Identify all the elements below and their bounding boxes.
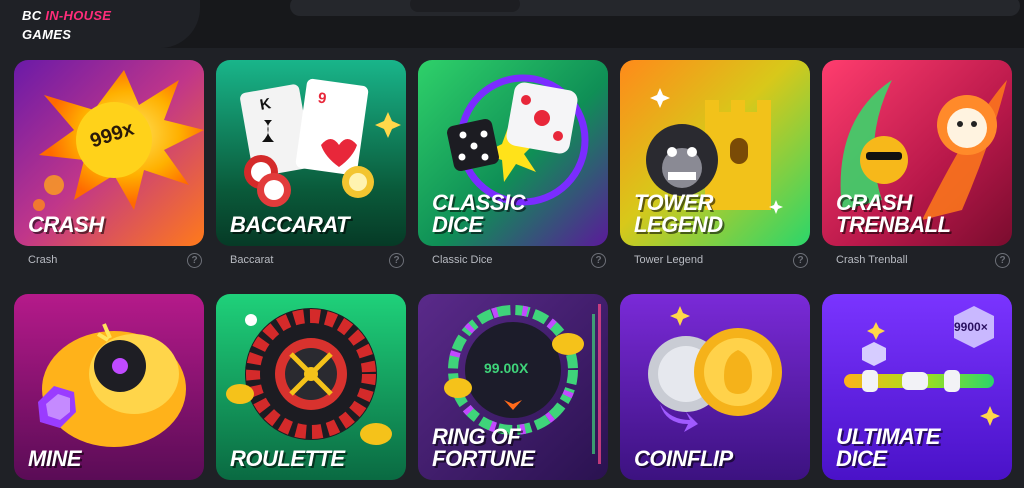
game-card-roulette[interactable]: ROULETTE [216, 294, 406, 480]
section-title-line2: GAMES [22, 27, 72, 42]
tile-title-baccarat: BACCARAT [230, 212, 350, 237]
top-pill-segment[interactable] [410, 0, 520, 12]
game-card-tower-legend[interactable]: TOWER LEGEND Tower Legend ? [620, 60, 810, 274]
game-card-ring-of-fortune[interactable]: 99.00X RING OF FORTUNE [418, 294, 608, 480]
caption-crash: Crash [28, 254, 58, 266]
section-title-accent: IN-HOUSE [45, 8, 112, 23]
caption-classic-dice: Classic Dice [432, 254, 493, 266]
game-tile-crash[interactable]: 999x CRASH [14, 60, 204, 246]
tile-title-ultimate-dice: ULTIMATE DICE [836, 424, 940, 471]
game-tile-coinflip[interactable]: COINFLIP [620, 294, 810, 480]
tile-title-tower-legend: TOWER LEGEND [634, 190, 723, 237]
caption-baccarat: Baccarat [230, 254, 274, 266]
tile-title-roulette: ROULETTE [230, 446, 345, 471]
game-tile-tower-legend[interactable]: TOWER LEGEND [620, 60, 810, 246]
game-card-crash-trenball[interactable]: CRASH TRENBALL Crash Trenball ? [822, 60, 1012, 274]
section-title: BC IN-HOUSE GAMES [22, 6, 111, 44]
help-icon[interactable]: ? [591, 252, 606, 268]
top-bar: BC IN-HOUSE GAMES [0, 0, 1024, 48]
game-tile-mine[interactable]: MINE [14, 294, 204, 480]
help-icon[interactable]: ? [995, 252, 1010, 268]
section-title-prefix: BC [22, 8, 42, 23]
tile-title-classic-dice: CLASSIC DICE [432, 190, 526, 237]
tile-title-crash-trenball: CRASH TRENBALL [836, 190, 951, 237]
tile-title-coinflip: COINFLIP [634, 446, 733, 471]
help-icon[interactable]: ? [793, 252, 808, 268]
game-card-coinflip[interactable]: COINFLIP [620, 294, 810, 480]
help-icon[interactable]: ? [389, 252, 404, 268]
caption-crash-trenball: Crash Trenball [836, 254, 908, 266]
game-card-baccarat[interactable]: K 9 BACCARAT Baccarat ? [216, 60, 406, 274]
game-tile-roulette[interactable]: ROULETTE [216, 294, 406, 480]
tile-title-ring-of-fortune: RING OF FORTUNE [432, 424, 535, 471]
game-card-classic-dice[interactable]: CLASSIC DICE Classic Dice ? [418, 60, 608, 274]
help-icon[interactable]: ? [187, 252, 202, 268]
tile-title-crash: CRASH [28, 212, 104, 237]
top-search-pill[interactable] [290, 0, 1020, 16]
ring-multiplier-badge: 99.00X [484, 360, 529, 376]
game-tile-baccarat[interactable]: K 9 BACCARAT [216, 60, 406, 246]
game-card-ultimate-dice[interactable]: 9900× ULTIMATE DICE [822, 294, 1012, 480]
game-tile-ring-of-fortune[interactable]: 99.00X RING OF FORTUNE [418, 294, 608, 480]
game-card-mine[interactable]: MINE [14, 294, 204, 480]
game-tile-ultimate-dice[interactable]: 9900× ULTIMATE DICE [822, 294, 1012, 480]
game-card-crash[interactable]: 999x CRASH Crash ? [14, 60, 204, 274]
game-tile-crash-trenball[interactable]: CRASH TRENBALL [822, 60, 1012, 246]
ultimate-dice-badge: 9900× [954, 320, 988, 334]
game-tile-classic-dice[interactable]: CLASSIC DICE [418, 60, 608, 246]
tile-title-mine: MINE [28, 446, 82, 471]
caption-tower-legend: Tower Legend [634, 254, 704, 266]
